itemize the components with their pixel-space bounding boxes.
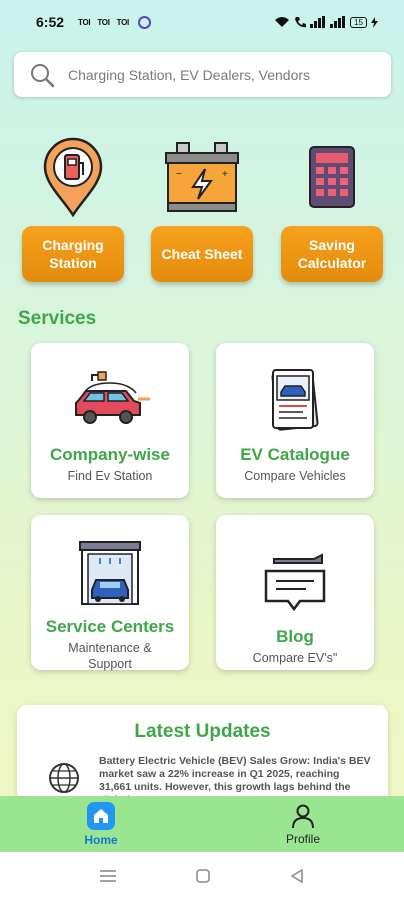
service-card-service-centers[interactable]: Service Centers Maintenance & Support — [31, 515, 189, 671]
card-subtitle: Compare Vehicles — [244, 469, 346, 483]
quick-action-charging-station: Charging Station — [22, 132, 124, 282]
notification-app-icon — [137, 15, 151, 29]
quick-action-saving-calculator: Saving Calculator — [281, 132, 383, 282]
system-nav-bar — [0, 852, 404, 900]
menu-icon[interactable] — [99, 869, 117, 883]
card-subtitle: Maintenance & Support — [68, 641, 152, 671]
svg-text:+: + — [222, 169, 228, 180]
blog-icon — [216, 543, 374, 623]
battery-icon: − + — [151, 132, 253, 222]
home-square-icon[interactable] — [195, 868, 211, 884]
search-bar[interactable] — [14, 52, 391, 97]
service-card-company-wise[interactable]: Company-wise Find Ev Station — [31, 343, 189, 498]
nav-profile-label: Profile — [285, 831, 320, 846]
signal-icon-2 — [330, 16, 346, 28]
card-subtitle: Find Ev Station — [67, 469, 153, 483]
card-title: Blog — [276, 627, 314, 646]
saving-calculator-button[interactable]: Saving Calculator — [281, 226, 383, 282]
signal-icon — [310, 16, 326, 28]
nav-home-label: Home — [84, 832, 118, 847]
charging-station-button[interactable]: Charging Station — [22, 226, 124, 282]
status-bar: 6:52 TOI TOI TOI 15 — [0, 0, 404, 44]
notification-toi-2: TOI — [97, 17, 110, 27]
garage-icon — [31, 533, 189, 613]
car-charging-icon — [31, 361, 189, 441]
card-title: Company-wise — [50, 445, 170, 464]
wifi-icon — [275, 17, 290, 27]
calculator-icon — [281, 132, 383, 222]
search-icon — [28, 61, 56, 89]
catalogue-icon — [216, 361, 374, 441]
notification-toi-3: TOI — [116, 17, 130, 27]
notification-toi-1: TOI — [78, 17, 91, 27]
services-heading: Services — [18, 308, 97, 329]
charging-bolt-icon — [371, 16, 378, 28]
service-card-blog[interactable]: Blog Compare EV's" — [216, 515, 374, 670]
globe-icon — [49, 763, 79, 793]
card-subtitle: Compare EV's" — [252, 651, 338, 665]
nav-profile[interactable]: Profile — [202, 796, 404, 852]
quick-action-cheat-sheet: − + Cheat Sheet — [151, 132, 253, 282]
charging-station-pin-icon — [22, 132, 124, 222]
svg-text:−: − — [176, 169, 182, 180]
status-indicators: 15 — [274, 16, 378, 28]
nav-home[interactable]: Home — [0, 796, 202, 852]
service-card-ev-catalogue[interactable]: EV Catalogue Compare Vehicles — [216, 343, 374, 498]
home-icon — [87, 801, 115, 830]
status-time: 6:52 — [36, 14, 65, 30]
cheat-sheet-button[interactable]: Cheat Sheet — [151, 226, 253, 282]
latest-updates-heading: Latest Updates — [134, 721, 271, 742]
search-input[interactable] — [68, 66, 368, 83]
back-icon[interactable] — [289, 868, 305, 884]
call-icon — [295, 17, 307, 28]
card-title: Service Centers — [45, 617, 175, 636]
battery-level: 15 — [350, 16, 367, 28]
profile-icon — [292, 804, 314, 828]
card-title: EV Catalogue — [240, 445, 350, 464]
bottom-nav: Home Profile — [0, 796, 404, 852]
